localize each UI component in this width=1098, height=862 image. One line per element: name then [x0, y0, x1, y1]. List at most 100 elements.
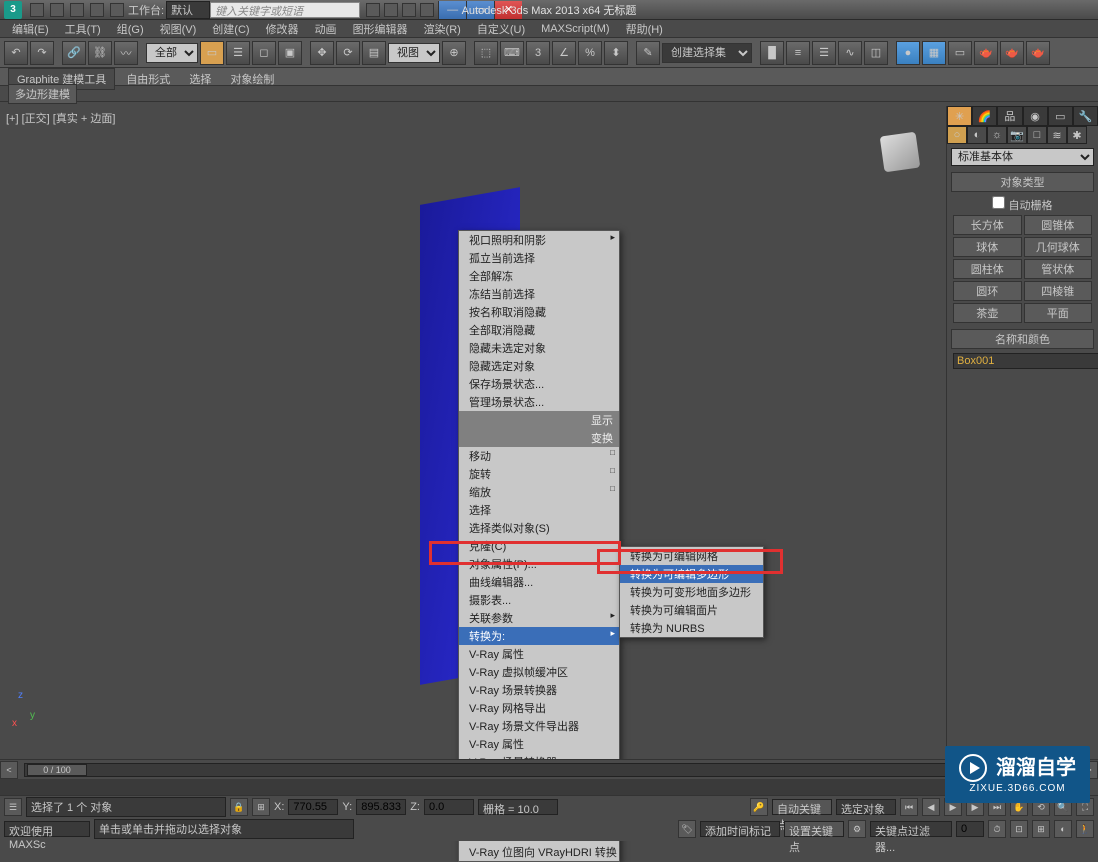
- render-iterate-icon[interactable]: 🫖: [1000, 41, 1024, 65]
- abs-rel-icon[interactable]: ⊞: [252, 798, 270, 816]
- help-icon[interactable]: [420, 3, 434, 17]
- convert-deform-patch[interactable]: 转换为可变形地面多边形: [620, 583, 763, 601]
- zoom-extents-icon[interactable]: ⊡: [1010, 820, 1028, 838]
- convert-editable-poly[interactable]: 转换为可编辑多边形: [620, 565, 763, 583]
- bind-spacewarp-icon[interactable]: 〰: [114, 41, 138, 65]
- convert-editable-patch[interactable]: 转换为可编辑面片: [620, 601, 763, 619]
- ctx-wire-params[interactable]: 关联参数: [459, 609, 619, 627]
- shapes-icon[interactable]: ◐: [967, 126, 987, 144]
- ctx-vray-0[interactable]: V-Ray 虚拟帧缓冲区: [459, 663, 619, 681]
- menu-rendering[interactable]: 渲染(R): [416, 21, 469, 37]
- undo-icon[interactable]: ↶: [4, 41, 28, 65]
- menu-tools[interactable]: 工具(T): [57, 21, 109, 37]
- helpers-icon[interactable]: □: [1027, 126, 1047, 144]
- window-crossing-icon[interactable]: ▣: [278, 41, 302, 65]
- rendered-frame-icon[interactable]: ▭: [948, 41, 972, 65]
- curve-editor-icon[interactable]: ∿: [838, 41, 862, 65]
- btn-plane[interactable]: 平面: [1024, 303, 1093, 323]
- btn-geosphere[interactable]: 几何球体: [1024, 237, 1093, 257]
- x-coord-input[interactable]: [288, 799, 338, 815]
- selected-key-target[interactable]: 选定对象: [836, 799, 896, 815]
- material-editor-icon[interactable]: ●: [896, 41, 920, 65]
- render-setup-icon[interactable]: ▦: [922, 41, 946, 65]
- ribbon-tab-selection[interactable]: 选择: [181, 72, 219, 88]
- btn-cone[interactable]: 圆锥体: [1024, 215, 1093, 235]
- qat-redo-icon[interactable]: [110, 3, 124, 17]
- time-slider-thumb[interactable]: 0 / 100: [27, 764, 87, 776]
- ctx-convert-to[interactable]: 转换为:: [459, 627, 619, 645]
- walk-icon[interactable]: 🚶: [1076, 820, 1094, 838]
- btn-box[interactable]: 长方体: [953, 215, 1022, 235]
- mirror-icon[interactable]: ▐▌: [760, 41, 784, 65]
- btn-sphere[interactable]: 球体: [953, 237, 1022, 257]
- menu-maxscript[interactable]: MAXScript(M): [533, 23, 617, 35]
- select-object-icon[interactable]: ▭: [200, 41, 224, 65]
- menu-create[interactable]: 创建(C): [204, 21, 257, 37]
- layers-icon[interactable]: ☰: [812, 41, 836, 65]
- ctx-unhide-byname[interactable]: 按名称取消隐藏: [459, 303, 619, 321]
- btn-cylinder[interactable]: 圆柱体: [953, 259, 1022, 279]
- pivot-center-icon[interactable]: ⊕: [442, 41, 466, 65]
- modify-tab-icon[interactable]: 🌈: [972, 106, 997, 126]
- setkey-button[interactable]: 设置关键点: [784, 821, 844, 837]
- qat-save-icon[interactable]: [70, 3, 84, 17]
- ribbon-poly-modeling[interactable]: 多边形建模: [8, 84, 77, 104]
- ctx-unhide-all[interactable]: 全部取消隐藏: [459, 321, 619, 339]
- key-mode-icon[interactable]: 🔑: [750, 798, 768, 816]
- display-tab-icon[interactable]: ▭: [1048, 106, 1073, 126]
- schematic-view-icon[interactable]: ◫: [864, 41, 888, 65]
- ctx-curve-editor[interactable]: 曲线编辑器...: [459, 573, 619, 591]
- rollout-object-type[interactable]: 对象类型: [951, 172, 1094, 192]
- qat-open-icon[interactable]: [50, 3, 64, 17]
- time-slider[interactable]: 0 / 100: [24, 763, 1074, 777]
- current-frame-input[interactable]: [956, 821, 984, 837]
- y-coord-input[interactable]: [356, 799, 406, 815]
- maxscript-listener[interactable]: 欢迎使用 MAXSc: [4, 821, 90, 837]
- key-filters-icon[interactable]: ⚙: [848, 820, 866, 838]
- manipulate-icon[interactable]: ⬚: [474, 41, 498, 65]
- utilities-tab-icon[interactable]: 🔧: [1073, 106, 1098, 126]
- ctx-obj-props[interactable]: 对象属性(P)...: [459, 555, 619, 573]
- render-prod-icon[interactable]: 🫖: [974, 41, 998, 65]
- ctx-vray-10[interactable]: V-Ray 位图向 VRayHDRI 转换: [459, 843, 619, 861]
- ctx-select-similar[interactable]: 选择类似对象(S): [459, 519, 619, 537]
- ctx-vray-4[interactable]: V-Ray 属性: [459, 735, 619, 753]
- object-name-input[interactable]: [953, 353, 1098, 369]
- menu-group[interactable]: 组(G): [109, 21, 152, 37]
- ref-coord-select[interactable]: 视图: [388, 43, 440, 63]
- time-config-icon[interactable]: ⏱: [988, 820, 1006, 838]
- ctx-scale[interactable]: 缩放: [459, 483, 619, 501]
- goto-start-icon[interactable]: ⏮: [900, 798, 918, 816]
- btn-tube[interactable]: 管状体: [1024, 259, 1093, 279]
- ctx-vray-2[interactable]: V-Ray 网格导出: [459, 699, 619, 717]
- maxscript-mini-listener-icon[interactable]: ☰: [4, 798, 22, 816]
- ctx-select[interactable]: 选择: [459, 501, 619, 519]
- create-tab-icon[interactable]: ✳: [947, 106, 972, 126]
- angle-snap-icon[interactable]: ∠: [552, 41, 576, 65]
- btn-teapot[interactable]: 茶壶: [953, 303, 1022, 323]
- cameras-icon[interactable]: 📷: [1007, 126, 1027, 144]
- help-search-input[interactable]: 键入关键字或短语: [210, 2, 360, 18]
- fov-icon[interactable]: ◐: [1054, 820, 1072, 838]
- autokey-button[interactable]: 自动关键点: [772, 799, 832, 815]
- spacewarps-icon[interactable]: ≋: [1047, 126, 1067, 144]
- menu-help[interactable]: 帮助(H): [618, 21, 671, 37]
- rotate-icon[interactable]: ⟳: [336, 41, 360, 65]
- zoom-extents-all-icon[interactable]: ⊞: [1032, 820, 1050, 838]
- ctx-hide-sel[interactable]: 隐藏选定对象: [459, 357, 619, 375]
- percent-snap-icon[interactable]: %: [578, 41, 602, 65]
- viewcube[interactable]: [874, 126, 926, 178]
- btn-pyramid[interactable]: 四棱锥: [1024, 281, 1093, 301]
- qat-new-icon[interactable]: [30, 3, 44, 17]
- motion-tab-icon[interactable]: ◉: [1023, 106, 1048, 126]
- menu-animation[interactable]: 动画: [307, 21, 345, 37]
- btn-torus[interactable]: 圆环: [953, 281, 1022, 301]
- hierarchy-tab-icon[interactable]: 品: [997, 106, 1022, 126]
- prev-frame-icon[interactable]: ◀: [922, 798, 940, 816]
- category-dropdown[interactable]: 标准基本体: [951, 148, 1094, 166]
- time-tag-icon[interactable]: 🏷: [678, 820, 696, 838]
- menu-grapheditors[interactable]: 图形编辑器: [345, 21, 416, 37]
- ctx-viewport-lighting[interactable]: 视口照明和阴影: [459, 231, 619, 249]
- ctx-dope-sheet[interactable]: 摄影表...: [459, 591, 619, 609]
- menu-customize[interactable]: 自定义(U): [469, 21, 533, 37]
